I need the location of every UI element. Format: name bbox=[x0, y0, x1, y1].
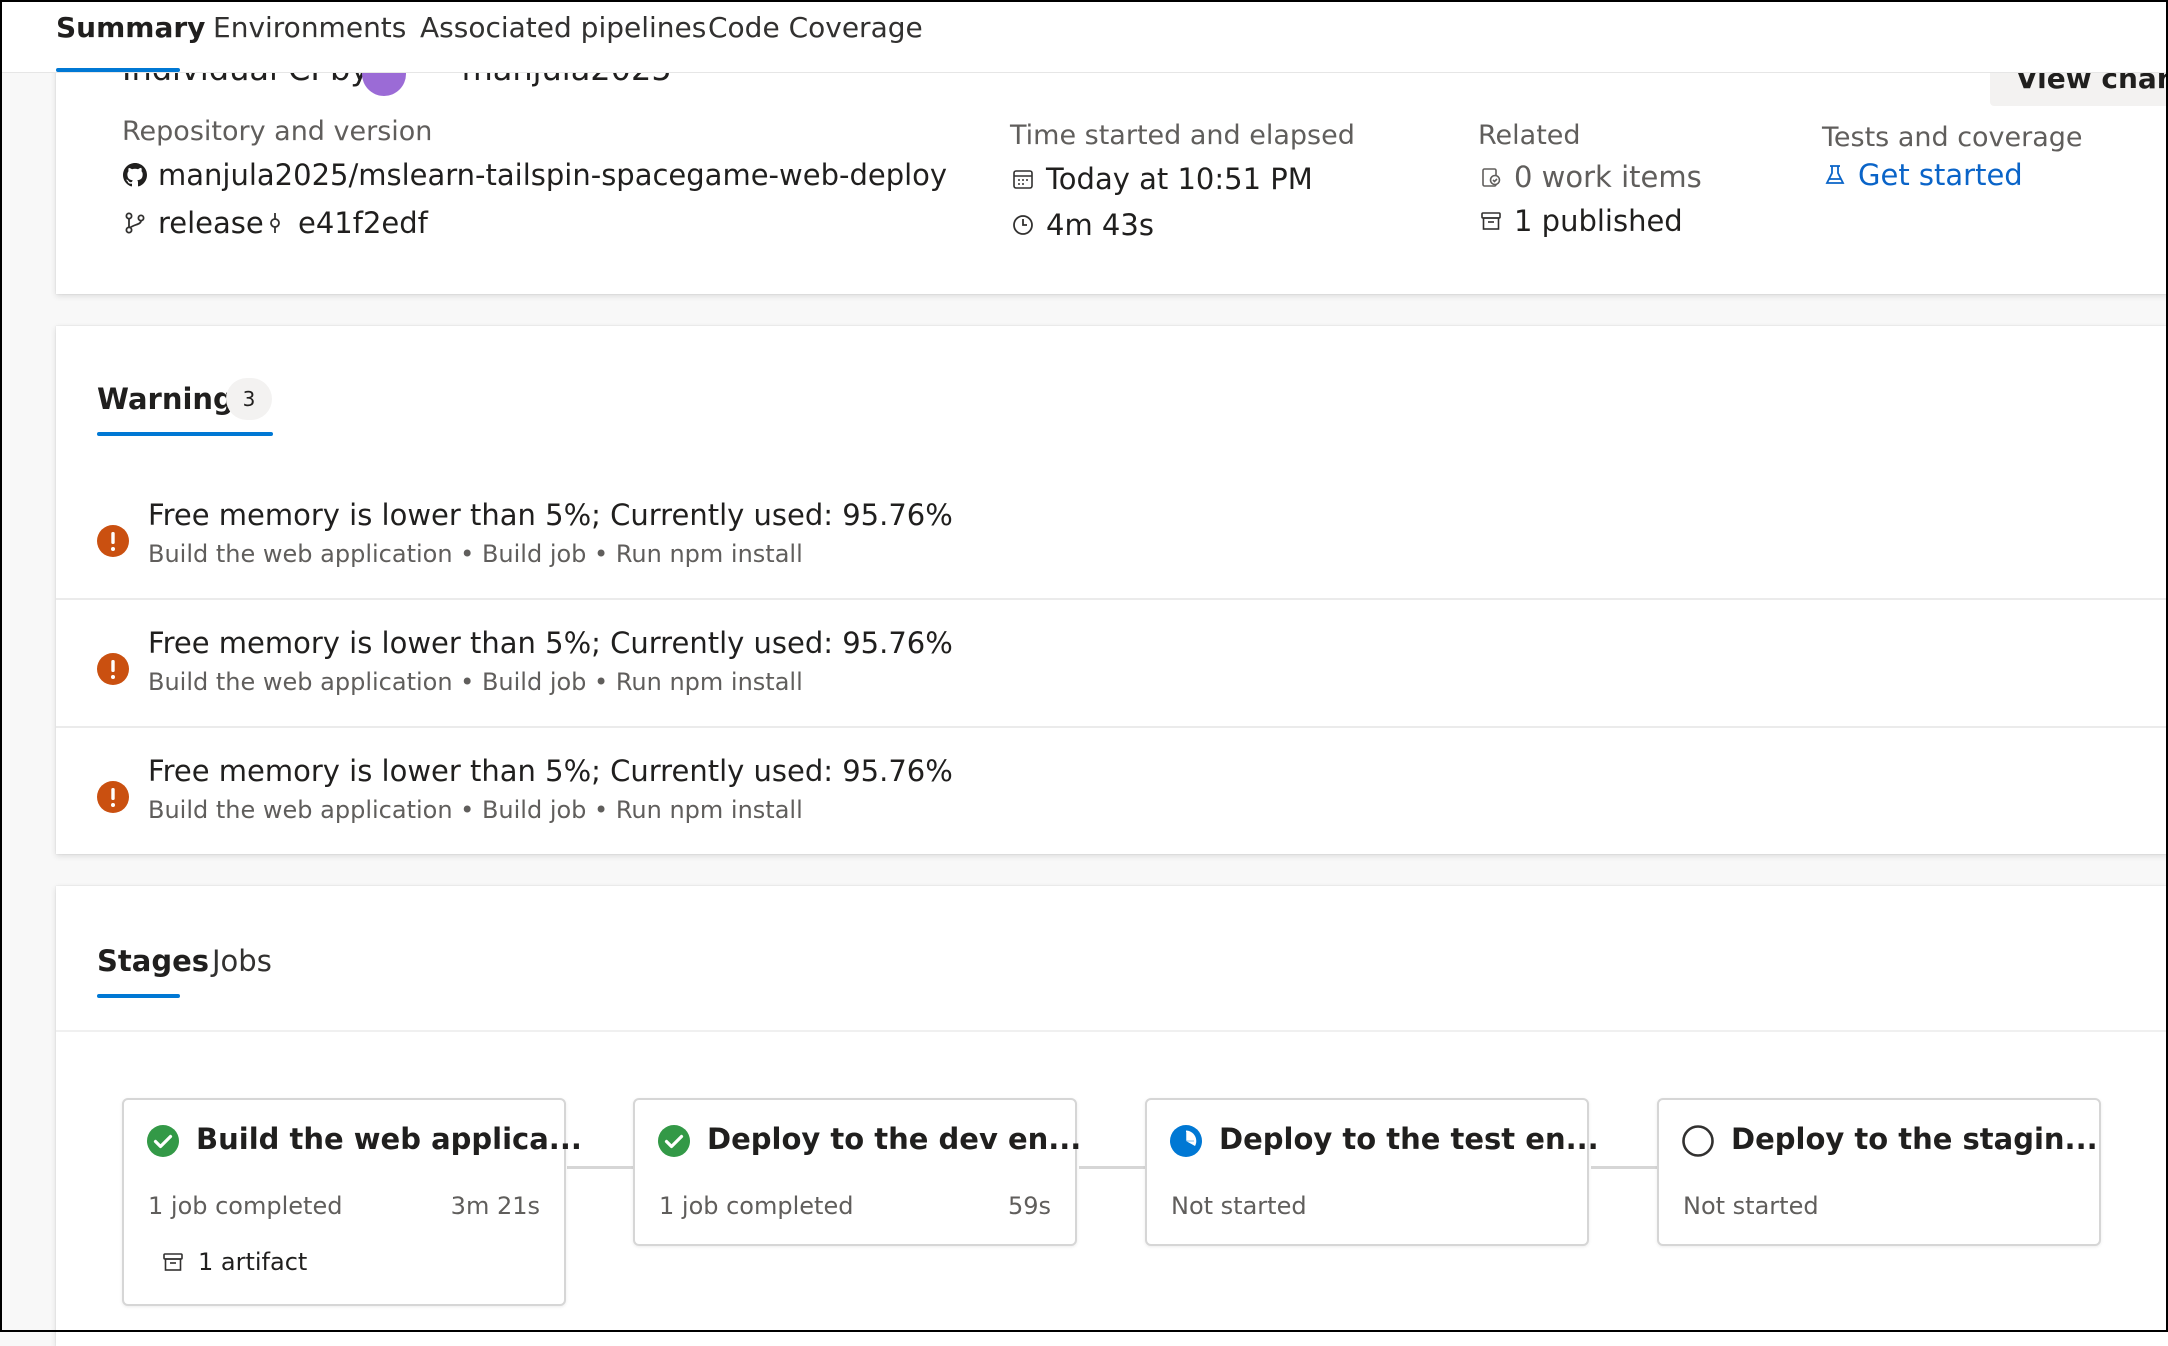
commit-id: e41f2edf bbox=[298, 206, 428, 240]
branch-name: release bbox=[158, 206, 264, 240]
stages-divider bbox=[56, 1030, 2168, 1032]
warning-message: Free memory is lower than 5%; Currently … bbox=[148, 626, 953, 660]
published-text: 1 published bbox=[1514, 204, 1683, 238]
work-items-text: 0 work items bbox=[1514, 160, 1702, 194]
stage-title: Build the web applica... bbox=[196, 1122, 582, 1156]
beaker-icon bbox=[1822, 162, 1848, 188]
elapsed-time-text: 4m 43s bbox=[1046, 208, 1154, 242]
stages-tab-indicator bbox=[97, 994, 180, 998]
warning-icon bbox=[97, 525, 129, 557]
active-tab-indicator bbox=[56, 68, 180, 72]
elapsed-time: 4m 43s bbox=[1010, 208, 1154, 242]
clock-waiting-icon bbox=[1170, 1125, 1202, 1157]
stage-connector bbox=[567, 1166, 633, 1169]
repo-label: Repository and version bbox=[122, 116, 433, 147]
stage-connector bbox=[1591, 1166, 1657, 1169]
warning-icon bbox=[97, 653, 129, 685]
warning-message: Free memory is lower than 5%; Currently … bbox=[148, 754, 953, 788]
branch-icon bbox=[122, 210, 148, 236]
time-label: Time started and elapsed bbox=[1010, 120, 1355, 151]
github-icon bbox=[122, 162, 148, 188]
stage-duration: 3m 21s bbox=[450, 1192, 540, 1220]
clock-icon bbox=[1010, 212, 1036, 238]
stage-card-test[interactable]: Deploy to the test en... Not started bbox=[1145, 1098, 1599, 1246]
warning-icon bbox=[97, 781, 129, 813]
warning-item[interactable]: Free memory is lower than 5%; Currently … bbox=[56, 598, 2168, 728]
warning-item[interactable]: Free memory is lower than 5%; Currently … bbox=[56, 470, 2168, 600]
started-time: Today at 10:51 PM bbox=[1010, 162, 1313, 196]
work-items-link[interactable]: 0 work items bbox=[1478, 160, 1702, 194]
stage-card-dev[interactable]: Deploy to the dev en... 1 job completed … bbox=[633, 1098, 1081, 1246]
empty-circle-icon bbox=[1682, 1125, 1714, 1157]
success-check-icon bbox=[658, 1125, 690, 1157]
top-tab-bar: Summary Environments Associated pipeline… bbox=[0, 0, 2168, 73]
stage-connector bbox=[1079, 1166, 1145, 1169]
repo-name: manjula2025/mslearn-tailspin-spacegame-w… bbox=[158, 158, 948, 192]
tab-associated-pipelines[interactable]: Associated pipelines bbox=[420, 8, 706, 48]
warning-message: Free memory is lower than 5%; Currently … bbox=[148, 498, 953, 532]
stage-summary: 1 job completed bbox=[148, 1192, 343, 1220]
commit-icon bbox=[262, 210, 288, 236]
warning-source: Build the web application • Build job • … bbox=[148, 540, 803, 568]
success-check-icon bbox=[147, 1125, 179, 1157]
warning-item[interactable]: Free memory is lower than 5%; Currently … bbox=[56, 726, 2168, 854]
artifact-icon bbox=[1478, 208, 1504, 234]
stage-title: Deploy to the stagin... bbox=[1731, 1122, 2098, 1156]
related-label: Related bbox=[1478, 120, 1581, 151]
work-item-icon bbox=[1478, 164, 1504, 190]
branch-link[interactable]: release bbox=[122, 206, 264, 240]
stage-summary: 1 job completed bbox=[659, 1192, 854, 1220]
stage-artifact-link[interactable]: 1 artifact bbox=[160, 1248, 307, 1276]
tab-code-coverage[interactable]: Code Coverage bbox=[708, 8, 923, 48]
stage-artifact-text: 1 artifact bbox=[198, 1248, 308, 1276]
stage-card-build[interactable]: Build the web applica... 1 job completed… bbox=[122, 1098, 582, 1306]
stage-summary: Not started bbox=[1683, 1192, 1819, 1220]
tab-jobs[interactable]: Jobs bbox=[212, 944, 272, 978]
get-started-text: Get started bbox=[1858, 158, 2023, 192]
tab-stages[interactable]: Stages bbox=[97, 944, 209, 978]
repo-link[interactable]: manjula2025/mslearn-tailspin-spacegame-w… bbox=[122, 158, 947, 192]
commit-link[interactable]: e41f2edf bbox=[262, 206, 428, 240]
warnings-tab-indicator bbox=[97, 432, 273, 436]
warning-source: Build the web application • Build job • … bbox=[148, 668, 803, 696]
tab-environments[interactable]: Environments bbox=[213, 8, 406, 48]
warning-source: Build the web application • Build job • … bbox=[148, 796, 803, 824]
stage-card-staging[interactable]: Deploy to the stagin... Not started bbox=[1657, 1098, 2101, 1246]
stage-title: Deploy to the dev en... bbox=[707, 1122, 1082, 1156]
stage-summary: Not started bbox=[1171, 1192, 1307, 1220]
published-link[interactable]: 1 published bbox=[1478, 204, 1683, 238]
started-time-text: Today at 10:51 PM bbox=[1046, 162, 1313, 196]
get-started-link[interactable]: Get started bbox=[1822, 158, 2023, 192]
stage-title: Deploy to the test en... bbox=[1219, 1122, 1599, 1156]
tab-summary[interactable]: Summary bbox=[56, 8, 205, 48]
warnings-count-badge: 3 bbox=[226, 378, 272, 420]
stage-duration: 59s bbox=[1007, 1192, 1051, 1220]
artifact-icon bbox=[160, 1249, 186, 1275]
calendar-icon bbox=[1010, 166, 1036, 192]
tests-label: Tests and coverage bbox=[1822, 122, 2083, 153]
